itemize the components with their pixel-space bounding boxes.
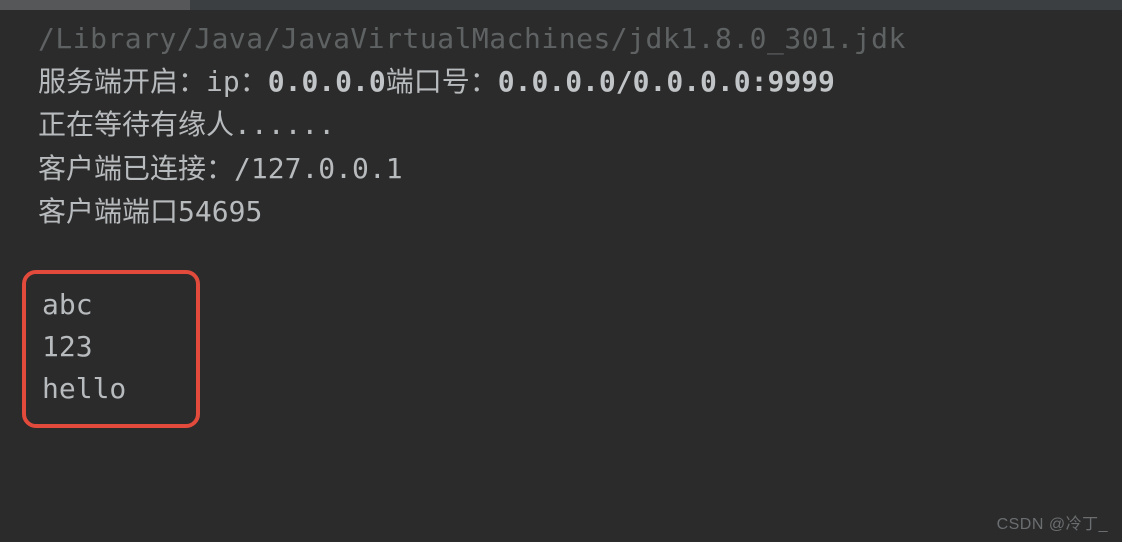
ip-value: 0.0.0.0 (268, 65, 386, 98)
received-data-highlight: abc 123 hello (22, 270, 200, 428)
client-port-label: 客户端端口 (38, 195, 178, 228)
port-label: 端口号： (386, 65, 498, 98)
scrollbar-track (0, 0, 1122, 10)
server-start-prefix: 服务端开启： (38, 65, 206, 98)
client-port-value: 54695 (178, 195, 262, 228)
console-output: /Library/Java/JavaVirtualMachines/jdk1.8… (0, 10, 1122, 428)
ip-label: ip： (206, 65, 268, 98)
client-connected-label: 客户端已连接： (38, 152, 234, 185)
port-value: 0.0.0.0/0.0.0.0:9999 (498, 65, 835, 98)
scrollbar-thumb[interactable] (0, 0, 190, 10)
client-connected-line: 客户端已连接：/127.0.0.1 (38, 147, 1122, 190)
java-path-line: /Library/Java/JavaVirtualMachines/jdk1.8… (38, 18, 1122, 60)
client-connected-value: /127.0.0.1 (234, 152, 403, 185)
server-start-line: 服务端开启：ip：0.0.0.0端口号：0.0.0.0/0.0.0.0:9999 (38, 60, 1122, 103)
received-item: hello (42, 368, 180, 410)
received-item: 123 (42, 326, 180, 368)
watermark-text: CSDN @冷丁_ (997, 510, 1108, 534)
client-port-line: 客户端端口54695 (38, 190, 1122, 233)
received-item: abc (42, 284, 180, 326)
waiting-line: 正在等待有缘人...... (38, 103, 1122, 146)
